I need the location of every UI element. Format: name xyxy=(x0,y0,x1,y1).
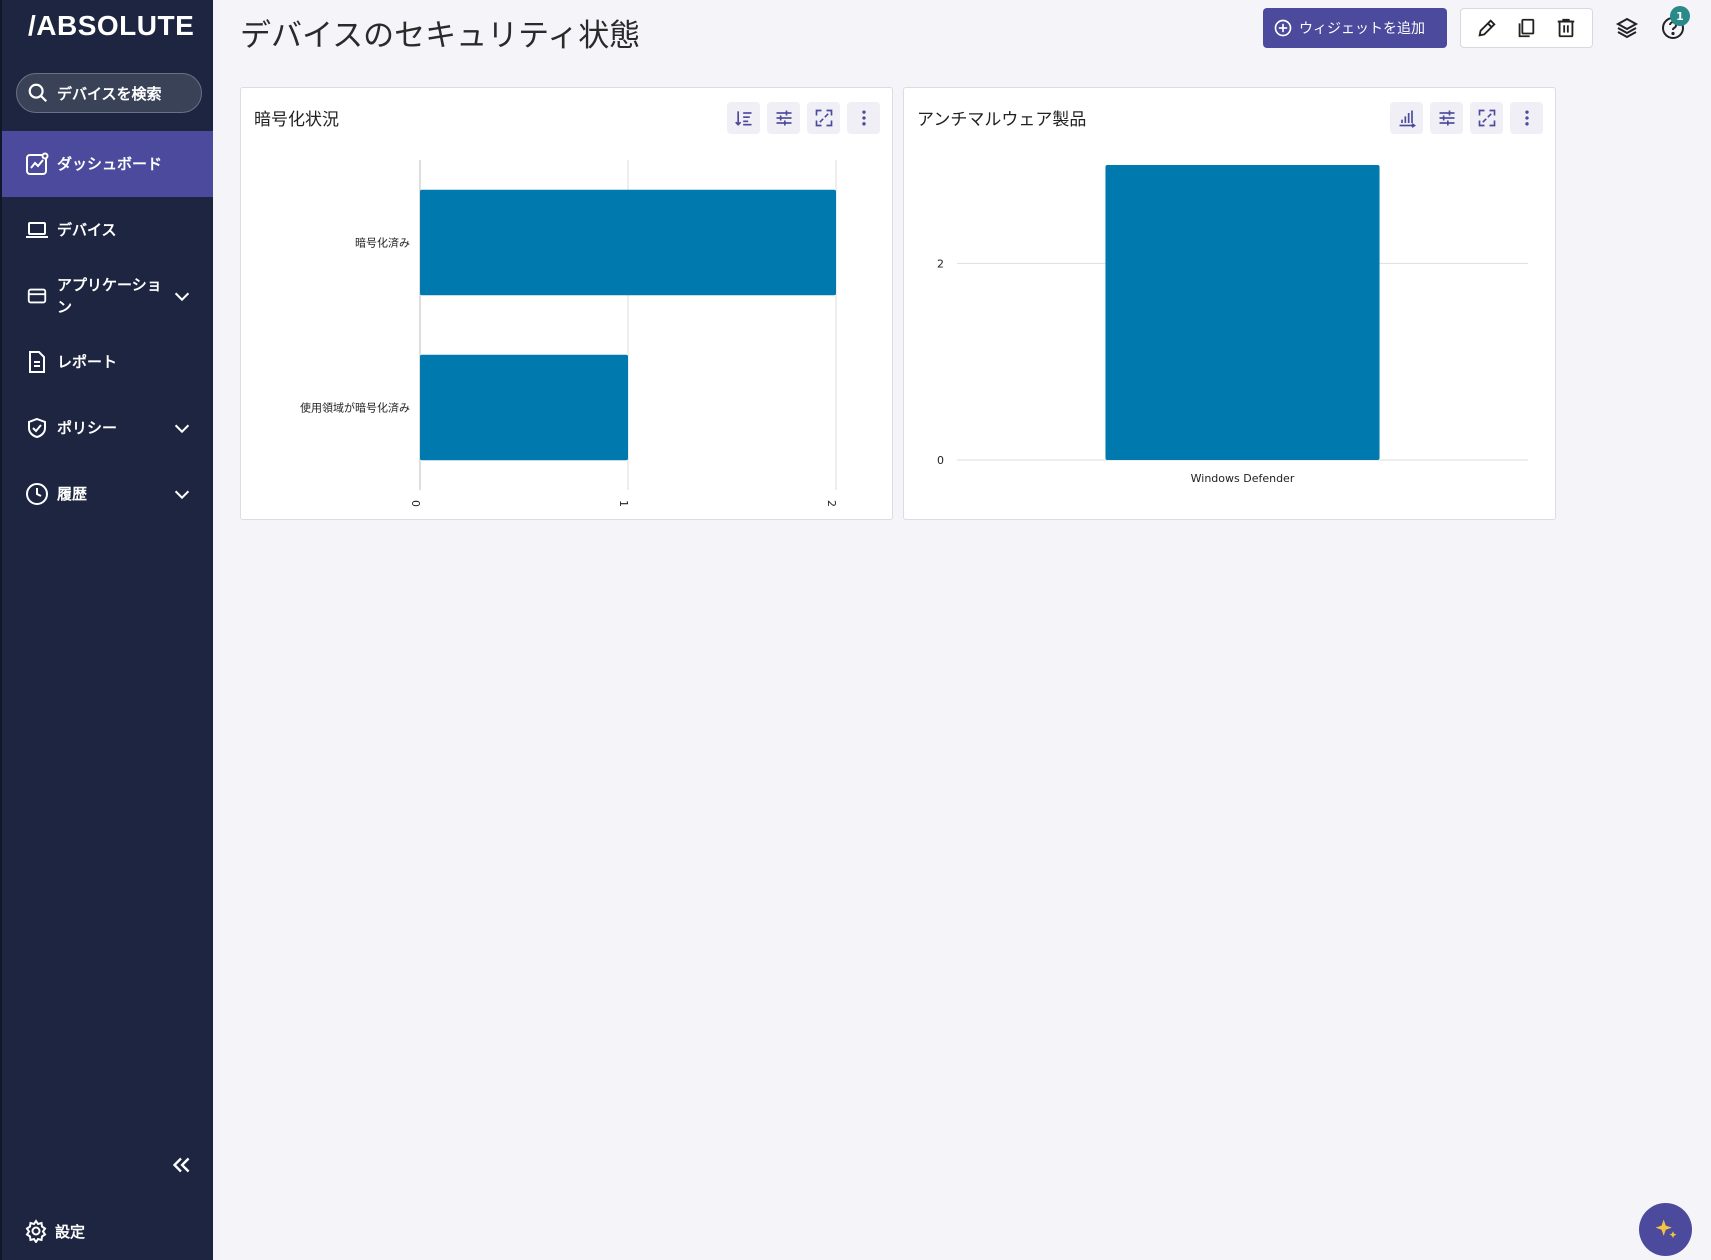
settings-label: 設定 xyxy=(55,1222,86,1241)
sidebar-item-label: 履歴 xyxy=(57,485,88,503)
sidebar-item-label: ポリシー xyxy=(57,419,118,437)
expand-button[interactable] xyxy=(807,102,840,134)
sidebar-item-applications[interactable]: アプリケーション xyxy=(2,263,213,329)
chevron-down-icon xyxy=(174,424,190,434)
absolute-logo[interactable]: /ABSOLUTE xyxy=(28,10,194,42)
application-window-icon xyxy=(24,283,50,309)
sidebar-item-devices[interactable]: デバイス xyxy=(2,197,213,263)
sidebar-item-policies[interactable]: ポリシー xyxy=(2,395,213,461)
dashboard-icon xyxy=(24,151,50,177)
bar xyxy=(1105,165,1380,460)
x-category-label: Windows Defender xyxy=(1191,472,1295,485)
y-category-label: 使用領域が暗号化済み xyxy=(300,401,410,415)
more-options-button[interactable] xyxy=(1510,102,1543,134)
duplicate-dashboard-button[interactable] xyxy=(1512,14,1540,42)
add-widget-label: ウィジェットを追加 xyxy=(1299,21,1425,37)
filter-settings-button[interactable] xyxy=(1430,102,1463,134)
antimalware-bar-chart: 0 2 Windows Defender xyxy=(937,165,1528,485)
widget-antimalware-products: アンチマルウェア製品 0 2 Windows Defender xyxy=(903,87,1556,520)
sidebar-item-dashboard[interactable]: ダッシュボード xyxy=(2,131,213,197)
layers-icon xyxy=(1615,17,1639,39)
x-tick-label: 2 xyxy=(825,500,838,507)
filter-settings-button[interactable] xyxy=(767,102,800,134)
tune-icon xyxy=(776,110,791,126)
notification-badge: 1 xyxy=(1670,6,1690,26)
search-placeholder: デバイスを検索 xyxy=(57,84,162,103)
bar xyxy=(420,189,836,296)
x-tick-label: 0 xyxy=(409,500,422,507)
tune-icon xyxy=(1439,110,1454,126)
encryption-bar-chart: 0 1 2 暗号化済み使用領域が暗号化済み xyxy=(300,160,838,507)
collapse-sidebar-icon[interactable] xyxy=(168,1152,194,1178)
plus-circle-icon xyxy=(1274,19,1292,37)
expand-button[interactable] xyxy=(1470,102,1503,134)
more-vertical-icon xyxy=(861,110,866,126)
delete-dashboard-button[interactable] xyxy=(1552,14,1580,42)
sort-icon xyxy=(734,111,751,126)
chevron-down-icon xyxy=(174,490,190,500)
expand-icon xyxy=(1478,109,1495,127)
trash-icon xyxy=(1557,18,1575,38)
x-tick-label: 1 xyxy=(617,500,630,507)
layers-button[interactable] xyxy=(1613,14,1641,42)
clock-icon xyxy=(24,481,50,507)
widget-toolbar xyxy=(727,102,880,134)
sidebar-item-label: ダッシュボード xyxy=(57,155,163,173)
sort-button[interactable] xyxy=(727,102,760,134)
sidebar-item-settings[interactable]: 設定 xyxy=(24,1219,85,1243)
add-widget-button[interactable]: ウィジェットを追加 xyxy=(1263,8,1447,48)
copy-icon xyxy=(1519,18,1535,38)
edit-dashboard-button[interactable] xyxy=(1473,14,1501,42)
shield-check-icon xyxy=(24,415,50,441)
device-search-input[interactable]: デバイスを検索 xyxy=(16,73,202,113)
bar-sort-icon xyxy=(1399,110,1416,128)
expand-icon xyxy=(815,109,832,127)
bar xyxy=(420,354,628,461)
sidebar-item-history[interactable]: 履歴 xyxy=(2,461,213,527)
y-tick-label: 2 xyxy=(937,257,944,270)
report-document-icon xyxy=(24,349,50,375)
sort-button[interactable] xyxy=(1390,102,1423,134)
search-icon xyxy=(28,83,48,103)
y-tick-label: 0 xyxy=(937,454,944,467)
more-vertical-icon xyxy=(1524,110,1529,126)
pencil-icon xyxy=(1478,19,1496,37)
y-category-label: 暗号化済み xyxy=(355,236,410,250)
widget-encryption-status: 暗号化状況 0 1 2 暗号化済み 使用領域が暗号化済み xyxy=(240,87,893,520)
sparkle-icon xyxy=(1655,1219,1676,1238)
page-title: デバイスのセキュリティ状態 xyxy=(240,18,641,54)
sidebar-item-label: デバイス xyxy=(57,221,117,239)
chevron-down-icon xyxy=(174,292,190,302)
ai-assistant-button[interactable] xyxy=(1639,1203,1692,1256)
dashboard-toolbar xyxy=(1460,8,1593,48)
more-options-button[interactable] xyxy=(847,102,880,134)
gear-icon xyxy=(25,1219,47,1243)
laptop-icon xyxy=(24,217,50,243)
sidebar-item-label: アプリケーション xyxy=(57,276,162,316)
sidebar-item-label: レポート xyxy=(57,353,118,371)
sidebar: /ABSOLUTE デバイスを検索 ダッシュボード デバイス アプリケーション … xyxy=(0,0,213,1260)
sidebar-item-reports[interactable]: レポート xyxy=(2,329,213,395)
widget-toolbar xyxy=(1390,102,1543,134)
